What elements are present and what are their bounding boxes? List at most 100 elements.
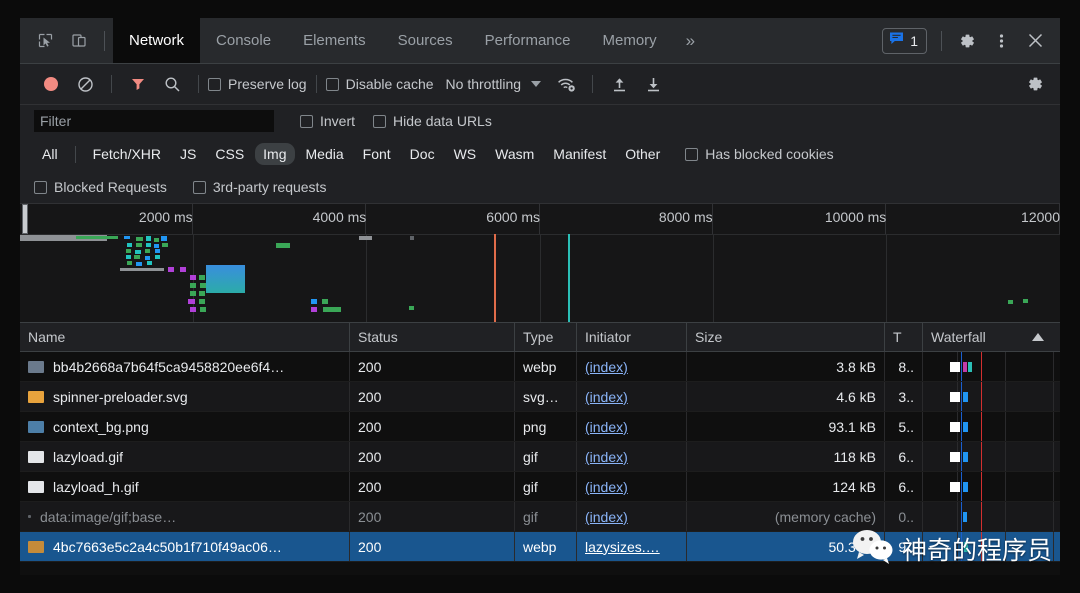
tab-memory[interactable]: Memory: [587, 18, 673, 63]
cell-initiator[interactable]: (index): [577, 352, 687, 381]
initiator-link[interactable]: (index): [585, 449, 628, 465]
close-icon[interactable]: [1020, 26, 1050, 56]
initiator-link[interactable]: (index): [585, 419, 628, 435]
third-party-requests-checkbox[interactable]: 3rd-party requests: [192, 179, 326, 195]
initiator-link[interactable]: (index): [585, 359, 628, 375]
column-header-label: Status: [358, 329, 398, 345]
type-filter-manifest[interactable]: Manifest: [545, 143, 614, 165]
tab-performance[interactable]: Performance: [469, 18, 587, 63]
inspect-cursor-icon[interactable]: [30, 26, 60, 56]
cell-initiator[interactable]: (index): [577, 382, 687, 411]
table-row[interactable]: bb4b2668a7b64f5ca9458820ee6f4… 200 webp (in…: [20, 352, 1060, 382]
download-arrow-icon[interactable]: [638, 69, 668, 99]
tab-network[interactable]: Network: [113, 18, 201, 63]
table-row[interactable]: lazyload.gif 200 gif (index) 118 kB 6..: [20, 442, 1060, 472]
type-filter-css[interactable]: CSS: [207, 143, 252, 165]
blocked-requests-checkbox[interactable]: Blocked Requests: [34, 179, 167, 195]
column-header-time[interactable]: T: [885, 323, 923, 351]
timeline-ruler[interactable]: 2000 ms 4000 ms 6000 ms 8000 ms 10000 ms 1200…: [20, 204, 1060, 235]
invert-checkbox[interactable]: Invert: [300, 113, 355, 129]
cell-name[interactable]: 4bc7663e5c2a4c50b1f710f49ac06…: [20, 532, 350, 561]
tab-elements[interactable]: Elements: [287, 18, 382, 63]
type-filter-fetch-xhr[interactable]: Fetch/XHR: [85, 143, 169, 165]
more-vertical-icon[interactable]: [986, 26, 1016, 56]
message-count-badge[interactable]: 1: [882, 27, 927, 54]
column-header-initiator[interactable]: Initiator: [577, 323, 687, 351]
type-filter-other[interactable]: Other: [617, 143, 668, 165]
message-bubble-icon: [889, 31, 904, 50]
wifi-settings-icon[interactable]: [551, 69, 581, 99]
sort-ascending-icon[interactable]: [1032, 333, 1044, 341]
search-icon[interactable]: [157, 69, 187, 99]
resource-name-label: spinner-preloader.svg: [53, 388, 188, 405]
overview-selection-handle-left[interactable]: [22, 204, 28, 234]
table-row[interactable]: 4bc7663e5c2a4c50b1f710f49ac06… 200 webp laz…: [20, 532, 1060, 562]
type-filter-font[interactable]: Font: [355, 143, 399, 165]
waterfall-load-line: [980, 412, 982, 441]
initiator-link[interactable]: (index): [585, 509, 628, 525]
filter-funnel-icon[interactable]: [123, 69, 153, 99]
column-header-name[interactable]: Name: [20, 323, 350, 351]
preserve-log-checkbox[interactable]: Preserve log: [208, 76, 307, 92]
cell-name[interactable]: data:image/gif;base…: [20, 502, 350, 531]
cell-waterfall: [923, 532, 1060, 561]
type-filter-all[interactable]: All: [34, 143, 66, 165]
more-tabs-button[interactable]: »: [673, 18, 708, 63]
tab-console[interactable]: Console: [200, 18, 287, 63]
table-row[interactable]: context_bg.png 200 png (index) 93.1 kB 5..: [20, 412, 1060, 442]
waterfall-dom-content-loaded-line: [961, 352, 963, 381]
table-row[interactable]: spinner-preloader.svg 200 svg… (index) 4.6 k…: [20, 382, 1060, 412]
disable-cache-checkbox[interactable]: Disable cache: [325, 76, 434, 92]
hide-data-urls-checkbox[interactable]: Hide data URLs: [373, 113, 492, 129]
column-header-status[interactable]: Status: [350, 323, 515, 351]
cell-initiator[interactable]: (index): [577, 502, 687, 531]
devtools-tabbar: Network Console Elements Sources Perform…: [20, 18, 1060, 64]
type-filter-js[interactable]: JS: [172, 143, 204, 165]
overview-request-bar: [188, 299, 195, 304]
filter-input[interactable]: [34, 110, 274, 132]
waterfall-segment: [950, 422, 960, 432]
initiator-link[interactable]: lazysizes.…: [585, 539, 660, 555]
column-header-waterfall[interactable]: Waterfall: [923, 323, 1060, 351]
device-toolbar-icon[interactable]: [64, 26, 94, 56]
cell-name[interactable]: lazyload_h.gif: [20, 472, 350, 501]
has-blocked-cookies-checkbox[interactable]: Has blocked cookies: [685, 146, 834, 162]
overview-request-bar: [322, 307, 342, 312]
cell-name[interactable]: lazyload.gif: [20, 442, 350, 471]
type-filter-doc[interactable]: Doc: [402, 143, 443, 165]
tab-sources[interactable]: Sources: [382, 18, 469, 63]
type-filter-img[interactable]: Img: [255, 143, 295, 165]
cell-initiator[interactable]: (index): [577, 442, 687, 471]
type-filter-wasm[interactable]: Wasm: [487, 143, 542, 165]
clear-no-entry-icon[interactable]: [70, 69, 100, 99]
invert-label: Invert: [320, 113, 356, 129]
gear-icon[interactable]: [952, 26, 982, 56]
cell-initiator[interactable]: (index): [577, 412, 687, 441]
type-filter-ws[interactable]: WS: [446, 143, 485, 165]
cell-time: 6..: [885, 442, 923, 471]
cell-initiator[interactable]: lazysizes.…: [577, 532, 687, 561]
overview-graph[interactable]: [20, 234, 1060, 322]
resource-name-label: context_bg.png: [53, 418, 149, 435]
column-header-type[interactable]: Type: [515, 323, 577, 351]
cell-initiator[interactable]: (index): [577, 472, 687, 501]
column-header-size[interactable]: Size: [687, 323, 885, 351]
record-circle-icon[interactable]: [36, 69, 66, 99]
table-row[interactable]: data:image/gif;base… 200 gif (index) (memory…: [20, 502, 1060, 532]
cell-status-label: 200: [358, 448, 382, 465]
cell-name[interactable]: spinner-preloader.svg: [20, 382, 350, 411]
overview-request-bar: [410, 236, 415, 240]
waterfall-segment: [968, 362, 973, 372]
table-row[interactable]: lazyload_h.gif 200 gif (index) 124 kB 6..: [20, 472, 1060, 502]
cell-name[interactable]: context_bg.png: [20, 412, 350, 441]
cell-name[interactable]: bb4b2668a7b64f5ca9458820ee6f4…: [20, 352, 350, 381]
throttling-dropdown[interactable]: No throttling: [446, 76, 542, 92]
type-filter-media[interactable]: Media: [298, 143, 352, 165]
initiator-link[interactable]: (index): [585, 479, 628, 495]
initiator-link[interactable]: (index): [585, 389, 628, 405]
network-overview[interactable]: 2000 ms 4000 ms 6000 ms 8000 ms 10000 ms 1200…: [20, 204, 1060, 323]
cell-time: 6..: [885, 472, 923, 501]
network-settings-gear-icon[interactable]: [1020, 69, 1050, 99]
upload-arrow-icon[interactable]: [604, 69, 634, 99]
overview-request-bar: [155, 249, 161, 253]
